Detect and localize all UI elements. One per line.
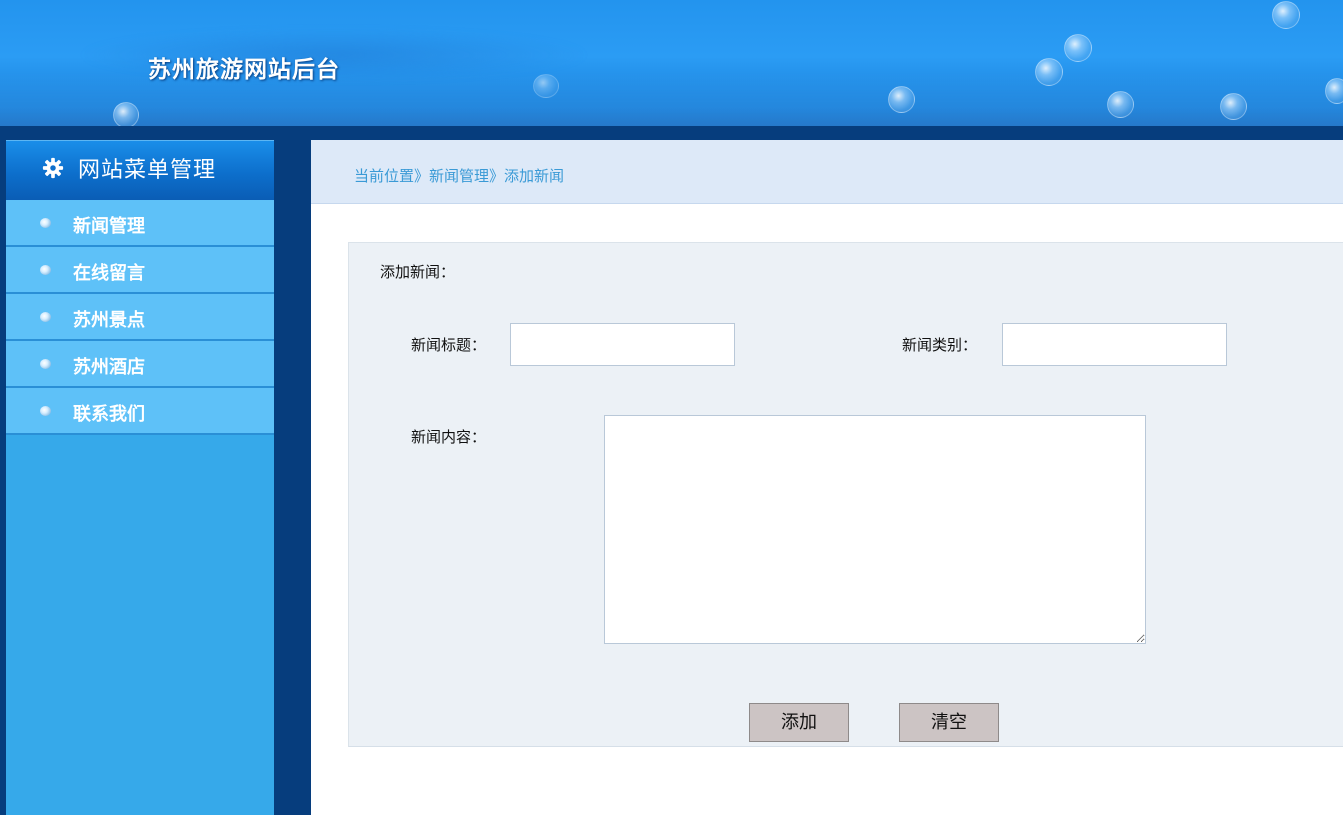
bullet-icon — [40, 406, 51, 416]
sidebar-item-suzhou-hotels[interactable]: 苏州酒店 — [6, 341, 274, 388]
decorative-bubble — [533, 74, 559, 98]
sidebar-item-label: 苏州酒店 — [73, 357, 145, 378]
news-category-input[interactable] — [1002, 323, 1227, 366]
header-divider — [0, 126, 1343, 140]
sidebar-item-online-messages[interactable]: 在线留言 — [6, 247, 274, 294]
news-content-textarea[interactable] — [604, 415, 1146, 644]
sidebar-item-suzhou-attractions[interactable]: 苏州景点 — [6, 294, 274, 341]
news-title-label: 新闻标题： — [411, 336, 487, 354]
decorative-bubble — [1220, 93, 1247, 120]
form-heading: 添加新闻： — [380, 263, 456, 281]
breadcrumb-bar: 当前位置》新闻管理》添加新闻 — [311, 140, 1343, 204]
news-category-label: 新闻类别： — [902, 336, 978, 354]
sidebar-item-contact-us[interactable]: 联系我们 — [6, 388, 274, 435]
news-content-label: 新闻内容： — [411, 428, 487, 446]
gear-icon — [42, 157, 64, 179]
decorative-bubble — [1064, 34, 1092, 62]
bullet-icon — [40, 312, 51, 322]
decorative-bubble — [1325, 78, 1343, 104]
bullet-icon — [40, 265, 51, 275]
clear-button[interactable]: 清空 — [899, 703, 999, 742]
decorative-bubble — [1272, 1, 1300, 29]
news-title-input[interactable] — [510, 323, 735, 366]
site-title: 苏州旅游网站后台 — [148, 56, 340, 83]
decorative-bubble — [888, 86, 915, 113]
sidebar-item-label: 在线留言 — [73, 263, 145, 284]
decorative-bubble — [1107, 91, 1134, 118]
sidebar-item-label: 联系我们 — [73, 404, 145, 425]
sidebar-title: 网站菜单管理 — [78, 158, 217, 183]
breadcrumb: 当前位置》新闻管理》添加新闻 — [354, 167, 565, 185]
sidebar-item-news-management[interactable]: 新闻管理 — [6, 200, 274, 247]
sidebar-menu: 新闻管理 在线留言 苏州景点 苏州酒店 联系我们 — [6, 200, 274, 435]
sidebar-item-label: 苏州景点 — [73, 310, 145, 331]
decorative-bubble — [1035, 58, 1063, 86]
sidebar-header: 网站菜单管理 — [6, 140, 274, 200]
bullet-icon — [40, 359, 51, 369]
add-button[interactable]: 添加 — [749, 703, 849, 742]
site-header: 苏州旅游网站后台 — [0, 0, 1343, 126]
add-news-form: 添加新闻： 新闻标题： 新闻类别： 新闻内容： 添加 清空 — [348, 242, 1343, 747]
sidebar: 网站菜单管理 新闻管理 在线留言 苏州景点 苏州酒店 联系我们 — [6, 140, 274, 815]
bullet-icon — [40, 218, 51, 228]
sidebar-item-label: 新闻管理 — [73, 216, 145, 237]
decorative-bubble — [113, 102, 139, 126]
